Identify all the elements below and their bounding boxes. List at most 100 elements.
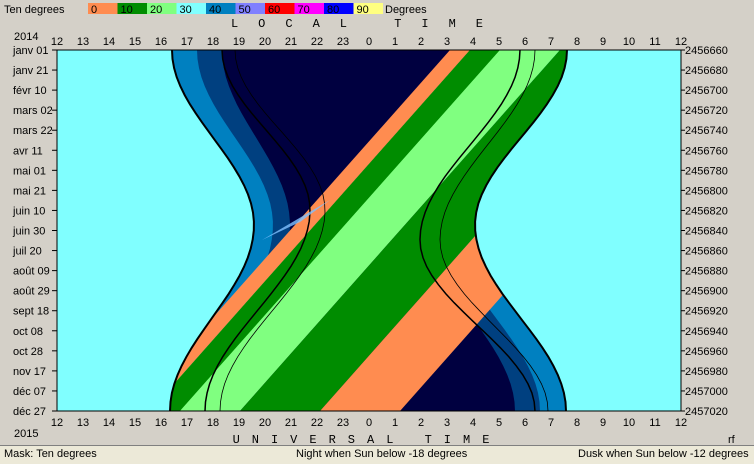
plot-area — [56, 49, 682, 412]
date-label: mai 01 — [13, 165, 46, 177]
local-time-title: LOCAL TIME — [231, 17, 503, 31]
date-label: mars 02 — [13, 105, 53, 117]
x-tick-label: 2 — [418, 417, 424, 429]
x-tick-label: 8 — [574, 36, 580, 48]
legend-label: 90 — [357, 4, 369, 16]
x-tick-label: 15 — [129, 417, 141, 429]
legend-label: 80 — [327, 4, 339, 16]
julian-date-label: 2456940 — [685, 326, 728, 338]
x-tick-label: 10 — [623, 417, 635, 429]
year-top: 2014 — [14, 31, 38, 43]
x-tick-label: 7 — [548, 36, 554, 48]
x-tick-label: 13 — [77, 417, 89, 429]
x-tick-label: 10 — [623, 36, 635, 48]
date-label: nov 17 — [13, 366, 46, 378]
date-label: janv 21 — [12, 65, 48, 77]
x-tick-label: 5 — [496, 36, 502, 48]
x-tick-label: 2 — [418, 36, 424, 48]
corner-label: rf — [728, 434, 736, 445]
sky-chart-window: Ten degrees 0 10 20 30 40 50 60 70 80 90 Degrees … — [0, 0, 754, 464]
date-label: août 09 — [13, 266, 50, 278]
x-tick-label: 9 — [600, 36, 606, 48]
x-tick-label: 20 — [259, 36, 271, 48]
julian-date-label: 2456660 — [685, 45, 728, 57]
julian-date-label: 2456760 — [685, 145, 728, 157]
x-tick-label: 4 — [470, 417, 476, 429]
status-night: Night when Sun below -18 degrees — [296, 448, 468, 460]
julian-date-label: 2456680 — [685, 65, 728, 77]
x-tick-label: 6 — [522, 417, 528, 429]
x-tick-label: 3 — [444, 36, 450, 48]
x-tick-label: 21 — [285, 36, 297, 48]
date-label: oct 08 — [13, 326, 43, 338]
x-tick-label: 22 — [311, 36, 323, 48]
x-tick-label: 16 — [155, 417, 167, 429]
x-tick-label: 12 — [675, 417, 687, 429]
x-tick-label: 20 — [259, 417, 271, 429]
julian-date-label: 2456820 — [685, 205, 728, 217]
legend-title: Ten degrees — [4, 4, 65, 16]
date-label: mai 21 — [13, 185, 46, 197]
julian-date-label: 2456980 — [685, 366, 728, 378]
julian-date-label: 2456960 — [685, 346, 728, 358]
legend-label: 40 — [209, 4, 221, 16]
x-tick-label: 13 — [77, 36, 89, 48]
legend-label: 10 — [121, 4, 133, 16]
julian-date-label: 2456880 — [685, 266, 728, 278]
x-tick-label: 12 — [51, 417, 63, 429]
x-tick-label: 11 — [649, 417, 660, 429]
julian-date-label: 2456800 — [685, 185, 728, 197]
julian-date-label: 2457000 — [685, 386, 728, 398]
x-tick-label: 0 — [366, 36, 372, 48]
status-dusk: Dusk when Sun below -12 degrees — [578, 448, 749, 460]
date-label: déc 07 — [13, 386, 46, 398]
legend-unit: Degrees — [385, 4, 427, 16]
legend-label: 70 — [298, 4, 310, 16]
x-tick-label: 14 — [103, 417, 115, 429]
x-tick-label: 11 — [649, 36, 660, 48]
x-tick-label: 9 — [600, 417, 606, 429]
date-label: juin 10 — [12, 205, 45, 217]
x-tick-label: 23 — [337, 417, 349, 429]
legend-label: 50 — [239, 4, 251, 16]
year-bottom: 2015 — [14, 428, 38, 440]
date-label: déc 27 — [13, 406, 46, 418]
x-tick-label: 19 — [233, 36, 245, 48]
x-tick-label: 1 — [392, 417, 398, 429]
legend-label: 0 — [91, 4, 97, 16]
x-tick-label: 14 — [103, 36, 115, 48]
x-tick-label: 19 — [233, 417, 245, 429]
x-tick-label: 4 — [470, 36, 476, 48]
x-tick-label: 23 — [337, 36, 349, 48]
status-mask: Mask: Ten degrees — [4, 448, 97, 460]
date-label: mars 22 — [13, 125, 53, 137]
date-label: juil 20 — [12, 246, 42, 258]
julian-date-label: 2456860 — [685, 246, 728, 258]
date-label: juin 30 — [12, 226, 45, 238]
status-bar: Mask: Ten degrees Night when Sun below -… — [0, 445, 754, 464]
x-tick-label: 15 — [129, 36, 141, 48]
julian-date-label: 2456840 — [685, 226, 728, 238]
date-label: oct 28 — [13, 346, 43, 358]
legend-label: 30 — [180, 4, 192, 16]
x-tick-label: 21 — [285, 417, 297, 429]
x-tick-label: 8 — [574, 417, 580, 429]
legend-label: 60 — [268, 4, 280, 16]
x-tick-label: 22 — [311, 417, 323, 429]
x-tick-label: 5 — [496, 417, 502, 429]
julian-date-label: 2456720 — [685, 105, 728, 117]
x-tick-label: 7 — [548, 417, 554, 429]
x-tick-label: 18 — [207, 417, 219, 429]
date-label: avr 11 — [13, 145, 43, 157]
julian-date-label: 2456700 — [685, 85, 728, 97]
date-label: sept 18 — [13, 306, 49, 318]
date-label: août 29 — [13, 286, 50, 298]
x-tick-label: 17 — [181, 417, 193, 429]
x-tick-label: 17 — [181, 36, 193, 48]
x-tick-label: 18 — [207, 36, 219, 48]
universal-time-title: UNIVERSAL TIME — [233, 433, 502, 445]
x-tick-label: 12 — [51, 36, 63, 48]
date-label: févr 10 — [13, 85, 47, 97]
x-tick-label: 6 — [522, 36, 528, 48]
date-label: janv 01 — [12, 45, 48, 57]
